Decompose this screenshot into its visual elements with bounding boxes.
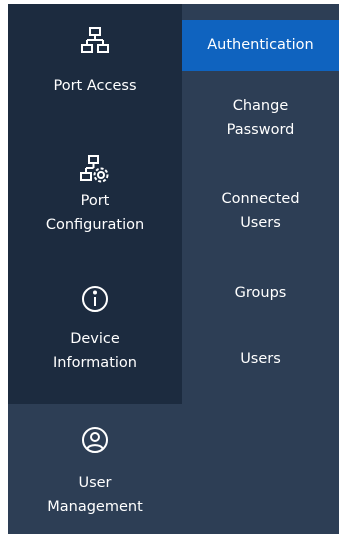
nav-item-port-configuration[interactable]: Port Configuration	[8, 134, 182, 264]
nav-item-device-information[interactable]: Device Information	[8, 274, 182, 404]
nav-item-label: Port Configuration	[45, 193, 145, 233]
network-settings-icon	[80, 155, 109, 183]
submenu-item-authentication[interactable]: Authentication	[182, 20, 339, 71]
nav-item-label: Device Information	[53, 331, 137, 371]
nav-item-port-access[interactable]: Port Access	[8, 4, 182, 134]
navigation-panel: Port Access Port Configuration Device In…	[8, 4, 339, 534]
submenu-item-connected-users[interactable]: Connected Users	[182, 187, 339, 235]
network-hierarchy-icon	[81, 27, 109, 53]
info-icon	[82, 286, 108, 312]
nav-item-user-management[interactable]: User Management	[8, 404, 182, 534]
submenu-item-users[interactable]: Users	[182, 347, 339, 371]
submenu-item-label: Authentication	[207, 37, 314, 53]
main-nav: Port Access Port Configuration Device In…	[8, 4, 182, 534]
user-circle-icon	[82, 427, 108, 453]
nav-item-label: User Management	[47, 475, 143, 515]
submenu: Authentication Change Password Connected…	[182, 4, 339, 534]
submenu-item-groups[interactable]: Groups	[182, 281, 339, 305]
submenu-item-change-password[interactable]: Change Password	[182, 94, 339, 142]
nav-item-label: Port Access	[53, 78, 137, 94]
